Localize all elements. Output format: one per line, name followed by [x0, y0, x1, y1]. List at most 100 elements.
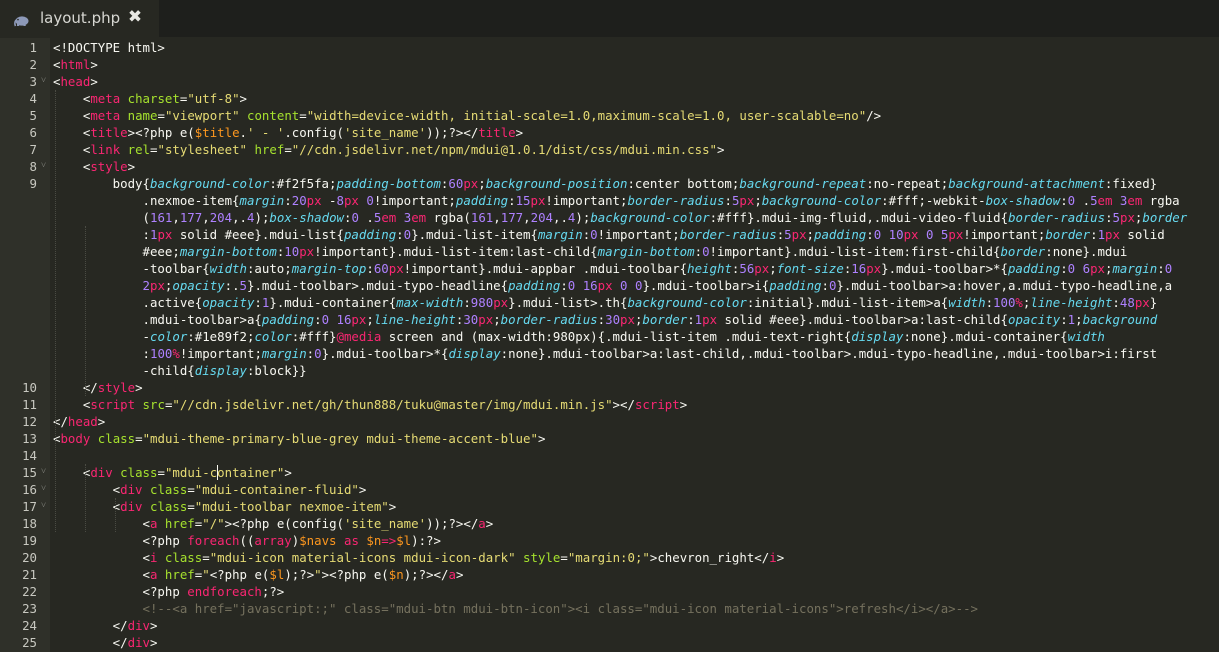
code-token: ));?>	[426, 516, 464, 531]
code-token: div	[127, 635, 150, 650]
code-line: <head>	[53, 73, 98, 90]
code-token: px	[1120, 210, 1135, 225]
code-token: "margin:0;"	[567, 550, 650, 565]
code-token: >	[97, 414, 106, 429]
code-token: 48	[1119, 295, 1135, 310]
code-token: a	[478, 516, 486, 531]
code-token: line-height	[373, 312, 456, 327]
code-line: :100%!important;margin:0}.mdui-toolbar>*…	[53, 345, 1158, 362]
code-token: border-radius	[500, 312, 598, 327]
code-token: ((	[239, 533, 255, 548]
code-token: background-color	[149, 176, 270, 191]
code-token: link	[90, 142, 121, 157]
line-number	[0, 345, 37, 362]
code-token: 56	[739, 261, 755, 276]
code-token: >	[150, 618, 158, 633]
code-token: :	[366, 261, 374, 276]
code-token: :	[1105, 210, 1113, 225]
code-token: =	[157, 108, 165, 123]
code-token: 16	[336, 312, 352, 327]
code-token: :.	[224, 278, 240, 293]
line-number: 6	[29, 125, 37, 140]
code-token: px	[478, 312, 494, 327]
code-editor[interactable]: 1 2 3 ˅ 4 5 6 7 8 ˅ 9 10 11 12 13 14 15 ˅ 16 ˅ 17 ˅ 18 19 20 21 22…	[0, 38, 1219, 652]
code-token: px	[866, 261, 882, 276]
code-token: :center bottom;	[627, 176, 740, 191]
code-token: "//cdn.jsdelivr.net/npm/mdui@1.0.1/dist/…	[291, 142, 718, 157]
code-token: .config(	[284, 125, 345, 140]
code-token: "//cdn.jsdelivr.net/gh/thun888/tuku@mast…	[172, 397, 613, 412]
line-number: 15	[22, 465, 37, 480]
fold-arrow-icon[interactable]: ˅	[41, 158, 49, 175]
line-number: 1	[29, 40, 37, 55]
code-token: "	[314, 567, 322, 582]
line-number: 13	[22, 431, 37, 446]
code-token: opacity	[172, 278, 225, 293]
line-number-gutter: 1 2 3 ˅ 4 5 6 7 8 ˅ 9 10 11 12 13 14 15 ˅ 16 ˅ 17 ˅ 18 19 20 21 22…	[0, 38, 50, 652]
code-token: .	[1075, 193, 1091, 208]
code-token: =	[202, 550, 210, 565]
line-number: 21	[22, 567, 37, 582]
code-token: :none}.mdui-container{	[903, 329, 1068, 344]
code-line: (161,177,204,.4);box-shadow:0 .5em 3em r…	[53, 209, 1188, 226]
code-area[interactable]: <!DOCTYPE html> <html> <head> <meta charse…	[53, 38, 1219, 652]
code-token: padding-bottom	[336, 176, 441, 191]
close-icon[interactable]: ✖	[126, 7, 144, 27]
code-line: <i class="mdui-icon material-icons mdui-…	[53, 549, 785, 566]
code-line: .mdui-toolbar>a{padding:0 16px;line-heig…	[53, 311, 1158, 328]
code-token: <	[53, 516, 150, 531]
code-token: -child{	[53, 363, 195, 378]
code-token: $l	[396, 533, 412, 548]
code-token: name	[127, 108, 158, 123]
code-token: );	[254, 210, 270, 225]
code-token: </	[53, 635, 128, 650]
code-line: <div class="mdui-container-fluid">	[53, 481, 367, 498]
line-number: 10	[22, 380, 37, 395]
line-number: 8	[29, 159, 37, 174]
code-token: i	[769, 550, 777, 565]
code-line: .active{opacity:1}.mdui-container{max-wi…	[53, 294, 1158, 311]
code-line: <?php foreach((array)$navs as $n=>$l):?>	[53, 532, 441, 549]
fold-arrow-icon[interactable]: ˅	[41, 464, 49, 481]
code-line: <html>	[53, 56, 98, 73]
code-token: 5	[1112, 210, 1120, 225]
code-token: :	[985, 295, 994, 310]
fold-arrow-icon[interactable]: ˅	[41, 73, 49, 90]
code-token: <!DOCTYPE html>	[53, 40, 165, 55]
code-line: <link rel="stylesheet" href="//cdn.jsdel…	[53, 141, 725, 158]
code-token: 16	[582, 278, 598, 293]
code-token: >	[150, 635, 158, 650]
code-token: 177	[500, 210, 524, 225]
code-token: $navs	[299, 533, 337, 548]
code-token: ;?>	[261, 584, 285, 599]
code-token: >	[455, 567, 464, 582]
code-token: ,	[523, 210, 531, 225]
code-token: >	[358, 482, 367, 497]
code-token: :none}.mdui-toolbar>a:last-child,.mdui-t…	[500, 346, 1158, 361]
fold-arrow-icon[interactable]: ˅	[41, 498, 49, 515]
code-token: background	[1082, 312, 1158, 327]
code-token: }.mdui-toolbar>*{	[321, 346, 449, 361]
code-token: class	[150, 482, 188, 497]
code-token: charset	[127, 91, 180, 106]
code-token: :	[463, 295, 471, 310]
code-token: em	[411, 210, 427, 225]
code-token: px	[1090, 261, 1105, 276]
code-token: ,.	[553, 210, 568, 225]
file-tab-layout-php[interactable]: layout.php ✖	[0, 0, 159, 37]
fold-arrow-icon[interactable]: ˅	[41, 481, 49, 498]
line-number: 17	[22, 499, 37, 514]
code-token: body{	[53, 176, 150, 191]
code-line: -color:#1e89f2;color:#fff}@media screen …	[53, 328, 1105, 345]
code-token: <!--<a href="javascript:;" class="mdui-b…	[53, 601, 979, 616]
code-token: !important;	[179, 346, 262, 361]
line-number: 14	[22, 448, 37, 463]
code-token: array	[254, 533, 292, 548]
code-token: ));?>	[426, 125, 464, 140]
code-token: @media	[336, 329, 382, 344]
code-token: <?php e(	[329, 567, 389, 582]
